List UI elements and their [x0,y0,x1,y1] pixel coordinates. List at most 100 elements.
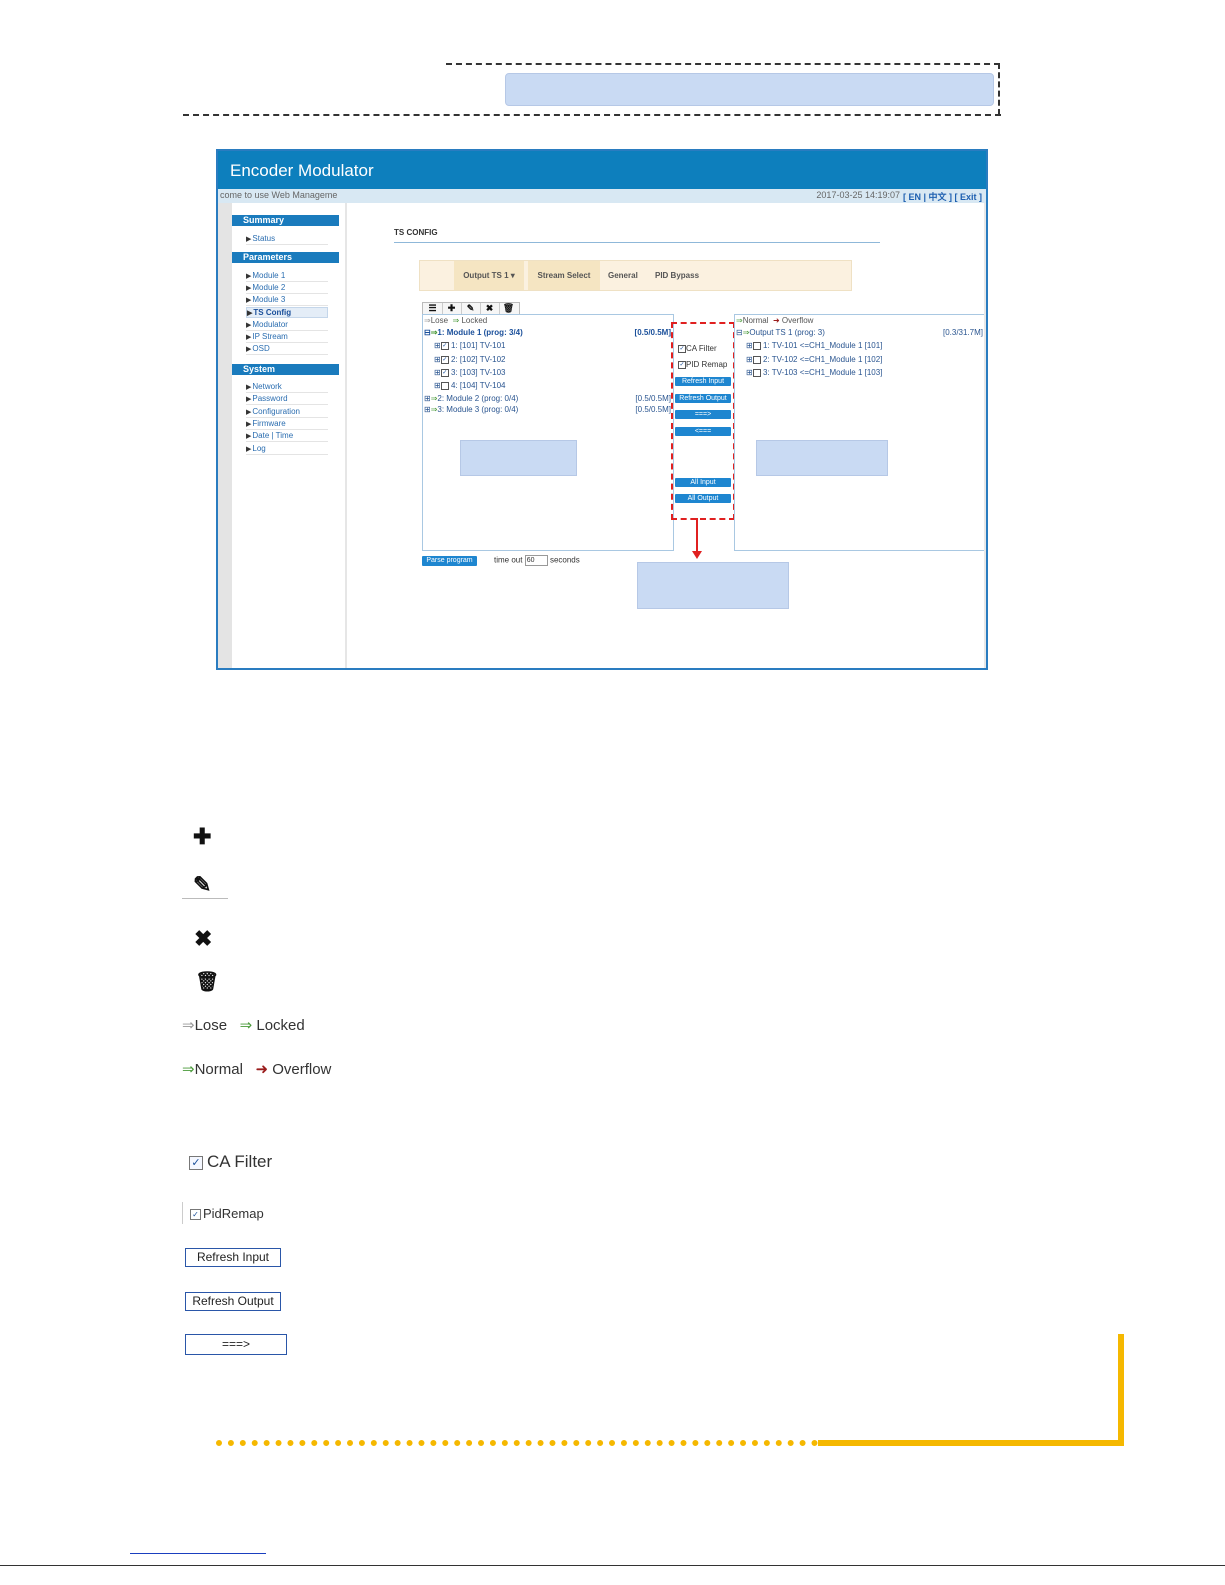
input-legend: ⇒Lose ⇒ Locked [424,316,488,325]
plus-icon[interactable]: ✚ [442,303,462,314]
tree-item-tv-103[interactable]: ⊞✓ 3: [103] TV-103 [434,368,506,377]
timeout-input[interactable]: 60 [524,555,548,566]
sidebar-item-configuration[interactable]: ▶Configuration [246,407,328,418]
pencil-icon: ✎ [193,872,212,897]
tree-node-output-ts-1[interactable]: ⊟⇒Output TS 1 (prog: 3) [736,328,825,337]
list-icon[interactable]: ☰ [423,303,443,314]
triangle-icon: ▶ [246,446,252,453]
left-gutter [218,203,232,668]
top-dashed-line-lower [183,114,1001,116]
triangle-icon: ▶ [246,273,252,280]
right-gutter [984,203,986,668]
sidebar-item-modulator[interactable]: ▶Modulator [246,320,328,331]
sidebar-header-system[interactable]: System [232,364,339,375]
highlight-arrow-line [696,518,698,552]
lose-arrow-icon: ⇒ [424,316,431,325]
triangle-icon: ▶ [246,384,252,391]
tree-item-tv-104[interactable]: ⊞ 4: [104] TV-104 [434,381,506,390]
yellow-vertical-line [1118,1334,1124,1446]
main-content: TS CONFIG Output TS 1 ▾ Stream Select Ge… [349,203,986,668]
sidebar-item-password[interactable]: ▶Password [246,394,328,405]
sidebar-item-ip-stream[interactable]: ▶IP Stream [246,332,328,343]
sidebar-item-firmware[interactable]: ▶Firmware [246,419,328,430]
plus-icon: ✚ [193,824,212,849]
sidebar: Summary ▶Status Parameters ▶Module 1 ▶Mo… [232,203,346,668]
tab-bar: Output TS 1 ▾ Stream Select General PID … [419,260,852,291]
highlight-box [671,322,735,520]
tab-stream-select[interactable]: Stream Select [528,261,600,290]
tree-item-tv-101[interactable]: ⊞✓ 1: [101] TV-101 [434,341,506,350]
page-title: TS CONFIG [394,228,880,243]
overflow-arrow-icon: ➜ [772,316,780,325]
yellow-solid-line [818,1440,1124,1446]
triangle-icon: ▶ [246,334,252,341]
top-dashed-line-upper [446,63,1000,65]
triangle-icon: ▶ [246,421,252,428]
module-2-rate: [0.5/0.5M] [635,394,671,403]
overflow-arrow-icon: ➜ [255,1061,269,1078]
normal-arrow-icon: ⇒ [736,316,743,325]
sidebar-item-osd[interactable]: ▶OSD [246,344,328,355]
footer-link-underline [130,1553,266,1554]
arrow-button-example: ===> [185,1334,287,1355]
web-ui-screenshot: Encoder Modulator come to use Web Manage… [216,149,988,670]
footer-rule [0,1565,1225,1566]
yellow-dotted-line [216,1440,818,1446]
lose-locked-legend: ⇒Lose ⇒ Locked [182,1017,305,1034]
language-exit-links[interactable]: [ EN | 中文 ] [ Exit ] [903,190,982,203]
arrow-down-icon [692,551,702,559]
triangle-icon: ▶ [246,322,252,329]
close-icon: ✖ [194,926,213,951]
tree-node-module-1[interactable]: ⊟⇒1: Module 1 (prog: 3/4) [424,328,523,337]
datetime: 2017-03-25 14:19:07 [816,190,900,200]
output-item-tv-102[interactable]: ⊞ 2: TV-102 <=CH1_Module 1 [102] [746,355,882,364]
output-item-tv-103[interactable]: ⊞ 3: TV-103 <=CH1_Module 1 [103] [746,368,882,377]
app-title: Encoder Modulator [230,161,374,180]
caption-placeholder-input [460,440,577,476]
sidebar-item-date-time[interactable]: ▶Date | Time [246,431,328,442]
sidebar-header-parameters[interactable]: Parameters [232,252,339,263]
sidebar-item-module-1[interactable]: ▶Module 1 [246,271,328,282]
output-item-tv-101[interactable]: ⊞ 1: TV-101 <=CH1_Module 1 [101] [746,341,882,350]
trash-icon: 🗑 [195,972,220,993]
sidebar-item-module-3[interactable]: ▶Module 3 [246,295,328,306]
tab-general[interactable]: General [608,261,642,290]
sidebar-item-status[interactable]: ▶Status [246,234,328,245]
tree-node-module-3[interactable]: ⊞⇒3: Module 3 (prog: 0/4) [424,405,518,414]
lose-arrow-icon: ⇒ [182,1017,195,1034]
welcome-text: come to use Web Manageme [220,190,338,200]
triangle-icon: ▶ [246,409,252,416]
sidebar-header-summary[interactable]: Summary [232,215,339,226]
sidebar-divider [345,203,347,668]
sidebar-item-module-2[interactable]: ▶Module 2 [246,283,328,294]
triangle-icon: ▶ [246,396,252,403]
divider [182,1202,183,1224]
parse-program-button[interactable]: Parse program [422,556,477,566]
close-icon[interactable]: ✖ [480,303,500,314]
tab-output-ts-1[interactable]: Output TS 1 ▾ [454,261,524,290]
pencil-icon[interactable]: ✎ [461,303,481,314]
triangle-icon: ▶ [246,433,252,440]
tab-pid-bypass[interactable]: PID Bypass [655,261,705,290]
triangle-icon: ▶ [246,285,252,292]
sidebar-item-ts-config[interactable]: ▶TS Config [246,307,328,318]
triangle-icon: ▶ [246,236,252,243]
divider [182,898,228,899]
top-dashed-line-right [998,63,1000,115]
output-legend: ⇒Normal ➜ Overflow [736,316,814,325]
trash-icon[interactable]: 🗑 [499,303,518,314]
module-1-rate: [0.5/0.5M] [634,328,671,337]
timeout-control: time out 60 seconds [494,555,580,566]
triangle-icon: ▶ [246,346,252,353]
pid-remap-checkbox-example: ✓ PidRemap [190,1206,264,1221]
tree-item-tv-102[interactable]: ⊞✓ 2: [102] TV-102 [434,355,506,364]
sidebar-item-log[interactable]: ▶Log [246,444,328,455]
caption-placeholder-output [756,440,888,476]
sidebar-item-network[interactable]: ▶Network [246,382,328,393]
tree-node-module-2[interactable]: ⊞⇒2: Module 2 (prog: 0/4) [424,394,518,403]
normal-overflow-legend: ⇒Normal ➜ Overflow [182,1061,332,1078]
locked-arrow-icon: ⇒ [239,1017,253,1034]
top-caption-placeholder [505,73,994,106]
ca-filter-checkbox-example: ✓ CA Filter [189,1152,272,1172]
refresh-output-button-example: Refresh Output [185,1292,281,1311]
